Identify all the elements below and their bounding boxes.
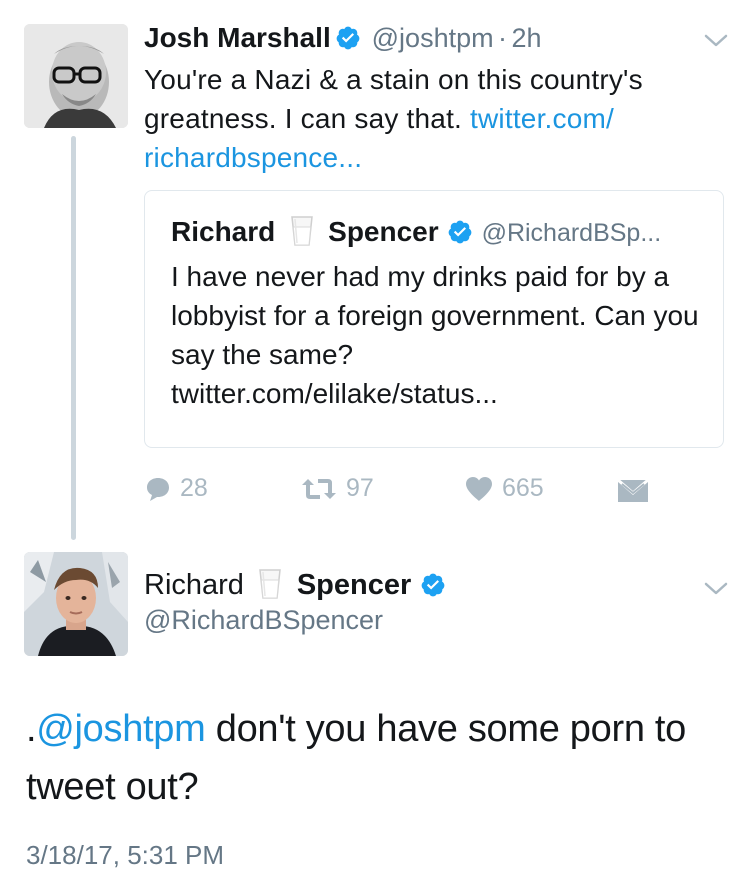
chevron-down-icon[interactable]: [702, 30, 730, 50]
verified-badge-icon: [336, 26, 360, 50]
quoted-author-last-name: Spencer: [328, 216, 439, 247]
josh-marshall-avatar[interactable]: [24, 24, 128, 128]
tweet2-mention-link[interactable]: @joshtpm: [36, 708, 206, 750]
tweet1-separator: ·: [498, 23, 508, 53]
tweet1-handle[interactable]: @joshtpm: [372, 23, 494, 53]
tweet1-author-name[interactable]: Josh Marshall: [144, 22, 331, 53]
reply-icon: [147, 477, 169, 501]
tweet1-time[interactable]: 2h: [512, 23, 542, 53]
tweet1-link-part1[interactable]: twitter.com/: [470, 103, 614, 134]
quoted-tweet-text: I have never had my drinks paid for by a…: [171, 261, 699, 370]
thread-connector-line: [71, 136, 76, 540]
tweet1-link-part2[interactable]: richardbspence...: [144, 142, 362, 173]
quoted-author-first-name: Richard: [171, 216, 276, 247]
tweet2-header: Richard Spencer: [144, 568, 446, 602]
heart-icon: [466, 476, 492, 501]
milk-glass-icon: [290, 216, 313, 246]
direct-message-button[interactable]: [616, 478, 650, 504]
verified-badge-icon: [421, 573, 445, 597]
quoted-tweet-header: Richard Spencer @RichardBSp...: [171, 215, 661, 248]
tweet1-body: You're a Nazi & a stain on this country'…: [144, 60, 724, 177]
retweet-button[interactable]: 97: [300, 474, 374, 503]
reply-button[interactable]: 28: [144, 474, 208, 503]
quoted-tweet-card[interactable]: Richard Spencer @RichardBSp... I have ne…: [144, 190, 724, 448]
tweet2-mention-prefix: .: [26, 708, 37, 750]
retweet-count: 97: [346, 474, 374, 502]
quoted-tweet-body: I have never had my drinks paid for by a…: [171, 257, 701, 413]
chevron-down-icon[interactable]: [702, 578, 730, 598]
like-count: 665: [502, 474, 544, 502]
envelope-icon: [617, 478, 649, 502]
like-button[interactable]: 665: [464, 474, 544, 503]
verified-badge-icon: [448, 220, 472, 244]
tweet2-handle[interactable]: @RichardBSpencer: [144, 605, 383, 636]
reply-count: 28: [180, 474, 208, 502]
tweet2-author-first-name[interactable]: Richard: [144, 569, 244, 601]
milk-glass-icon: [259, 569, 282, 599]
tweet2-author-last-name[interactable]: Spencer: [297, 569, 411, 601]
retweet-icon: [302, 478, 336, 499]
quoted-author-handle: @RichardBSp...: [481, 219, 662, 247]
tweet2-body: .@joshtpm don't you have some porn to tw…: [26, 700, 736, 816]
tweet1-header: Josh Marshall @joshtpm · 2h: [144, 22, 542, 54]
richard-spencer-avatar[interactable]: [24, 552, 128, 656]
tweet2-timestamp[interactable]: 3/18/17, 5:31 PM: [26, 840, 224, 871]
quoted-tweet-link: twitter.com/elilake/status...: [171, 378, 498, 409]
